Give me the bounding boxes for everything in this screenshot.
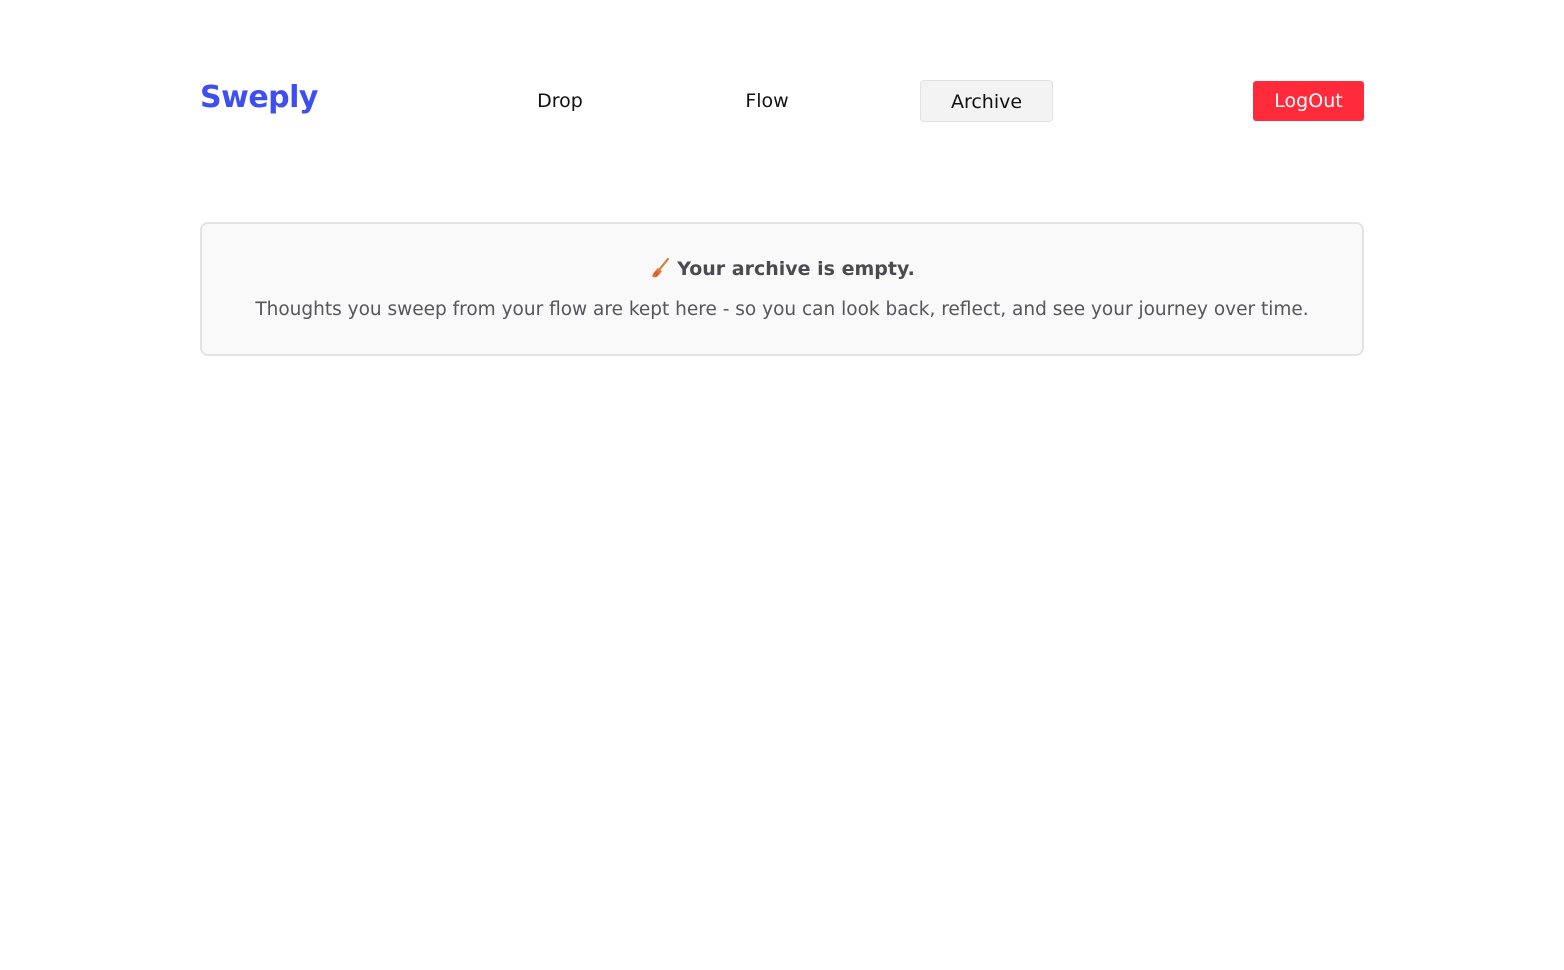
app-logo[interactable]: Sweply <box>200 80 318 116</box>
empty-archive-card: Your archive is empty. Thoughts you swee… <box>200 222 1364 356</box>
top-nav-bar: Sweply Drop Flow Archive LogOut <box>200 80 1364 122</box>
broom-icon <box>649 257 671 279</box>
nav-item-archive[interactable]: Archive <box>920 80 1053 122</box>
empty-state-description: Thoughts you sweep from your flow are ke… <box>255 299 1309 320</box>
logout-button[interactable]: LogOut <box>1253 81 1364 121</box>
nav-item-flow[interactable]: Flow <box>717 80 817 122</box>
empty-state-title: Your archive is empty. <box>677 258 915 280</box>
empty-state-heading: Your archive is empty. <box>202 256 1362 282</box>
nav-item-drop[interactable]: Drop <box>510 80 610 122</box>
